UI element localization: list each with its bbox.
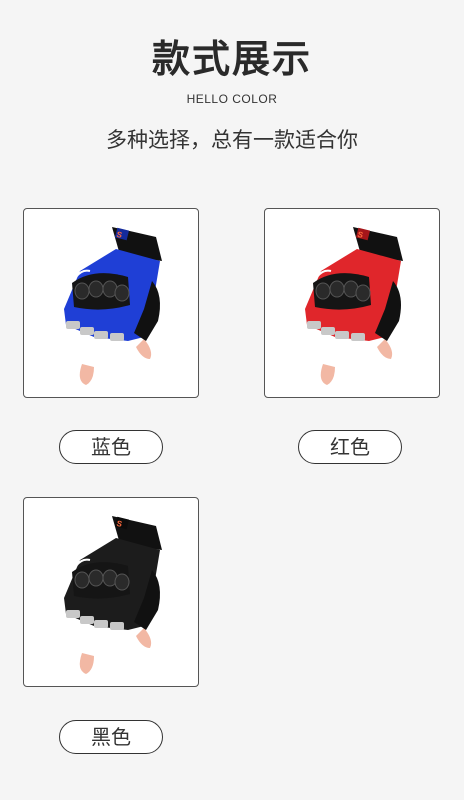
knuckle-bump bbox=[88, 569, 104, 587]
color-option-red[interactable]: 红色 bbox=[298, 430, 402, 464]
fingertip bbox=[79, 364, 94, 385]
finger-trim bbox=[351, 333, 365, 341]
finger-trim bbox=[80, 616, 94, 624]
knuckle-bump bbox=[74, 282, 90, 300]
page-subtitle: HELLO COLOR bbox=[186, 92, 278, 106]
finger-trim bbox=[66, 610, 80, 618]
product-card-blue[interactable]: S bbox=[23, 208, 199, 398]
thumb-tip bbox=[136, 339, 152, 359]
color-option-black[interactable]: 黑色 bbox=[59, 720, 163, 754]
knuckle-bump bbox=[315, 282, 331, 300]
glove-image-black: S bbox=[64, 516, 162, 674]
product-card-black[interactable]: S bbox=[23, 497, 199, 687]
knuckle-bump bbox=[329, 280, 345, 298]
page-title: 款式展示 bbox=[151, 37, 312, 81]
finger-trim bbox=[321, 327, 335, 335]
knuckle-bump bbox=[88, 280, 104, 298]
finger-trim bbox=[307, 321, 321, 329]
fingertip bbox=[79, 653, 94, 674]
finger-trim bbox=[66, 321, 80, 329]
page-tagline: 多种选择，总有一款适合你 bbox=[106, 128, 358, 152]
finger-trim bbox=[110, 622, 124, 630]
knuckle-bump bbox=[74, 571, 90, 589]
knuckle-bump bbox=[114, 284, 130, 302]
thumb-tip bbox=[377, 339, 393, 359]
knuckle-bump bbox=[355, 284, 371, 302]
glove-image-red: S bbox=[305, 227, 403, 385]
knuckle-bump bbox=[114, 573, 130, 591]
finger-trim bbox=[335, 331, 349, 339]
glove-image-blue: S bbox=[64, 227, 162, 385]
finger-trim bbox=[94, 620, 108, 628]
finger-trim bbox=[94, 331, 108, 339]
finger-trim bbox=[80, 327, 94, 335]
color-option-blue[interactable]: 蓝色 bbox=[59, 430, 163, 464]
product-card-red[interactable]: S bbox=[264, 208, 440, 398]
fingertip bbox=[320, 364, 335, 385]
finger-trim bbox=[110, 333, 124, 341]
thumb-tip bbox=[136, 628, 152, 648]
